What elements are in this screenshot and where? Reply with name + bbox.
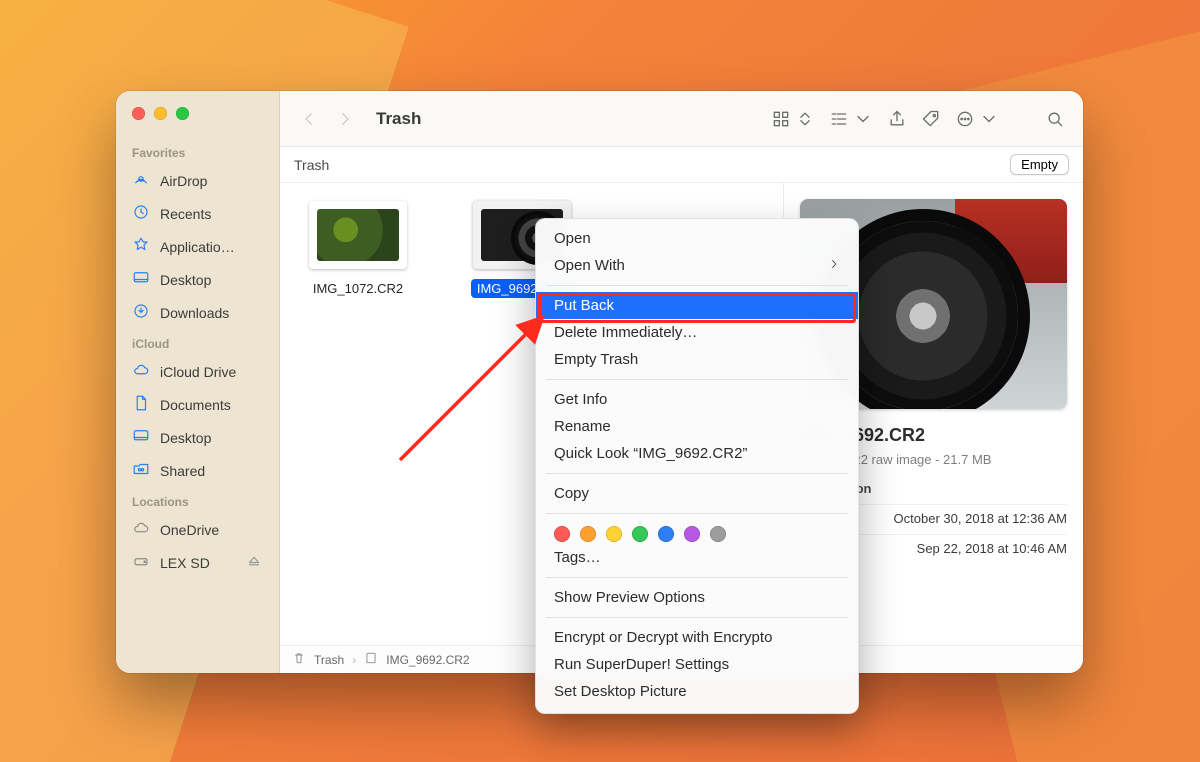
sidebar-item-label: Desktop — [160, 430, 211, 446]
sidebar-item-icloud-drive[interactable]: iCloud Drive — [124, 356, 271, 387]
preview-created-value: October 30, 2018 at 12:36 AM — [894, 511, 1067, 526]
sidebar-item-label: Downloads — [160, 305, 229, 321]
menu-item-open[interactable]: Open — [536, 225, 858, 252]
empty-trash-button[interactable]: Empty — [1010, 154, 1069, 175]
path-segment[interactable]: Trash — [314, 653, 344, 667]
drive-icon — [132, 552, 150, 573]
location-label: Trash — [294, 157, 329, 173]
window-title: Trash — [376, 109, 421, 129]
close-window-button[interactable] — [132, 107, 145, 120]
sidebar-section-header: Favorites — [116, 138, 279, 164]
menu-item-empty-trash[interactable]: Empty Trash — [536, 346, 858, 373]
share-button[interactable] — [887, 109, 907, 129]
sidebar-item-downloads[interactable]: Downloads — [124, 297, 271, 328]
sidebar-item-desktop-icloud[interactable]: Desktop — [124, 422, 271, 453]
menu-item-tags[interactable]: Tags… — [536, 544, 858, 571]
sidebar-item-label: LEX SD — [160, 555, 210, 571]
more-button[interactable] — [955, 109, 999, 129]
menu-item-open-with[interactable]: Open With — [536, 252, 858, 279]
sidebar-item-applications[interactable]: Applicatio… — [124, 231, 271, 262]
sidebar-item-label: Applicatio… — [160, 239, 235, 255]
desktop-icon — [132, 269, 150, 290]
sidebar: Favorites AirDrop Recents Applicatio… De… — [116, 91, 280, 673]
tag-color-yellow[interactable] — [606, 526, 622, 542]
tag-color-orange[interactable] — [580, 526, 596, 542]
group-by-button[interactable] — [829, 109, 873, 129]
desktop-icon — [132, 427, 150, 448]
trash-icon — [292, 651, 306, 668]
minimize-window-button[interactable] — [154, 107, 167, 120]
file-item[interactable]: IMG_1072.CR2 — [294, 201, 422, 298]
cloud-icon — [132, 519, 150, 540]
menu-item-superduper[interactable]: Run SuperDuper! Settings — [536, 651, 858, 678]
clock-icon — [132, 203, 150, 224]
sidebar-item-airdrop[interactable]: AirDrop — [124, 165, 271, 196]
sidebar-item-shared[interactable]: Shared — [124, 455, 271, 486]
sidebar-item-recents[interactable]: Recents — [124, 198, 271, 229]
file-name[interactable]: IMG_1072.CR2 — [307, 279, 409, 298]
menu-item-encrypto[interactable]: Encrypt or Decrypt with Encrypto — [536, 624, 858, 651]
tag-color-purple[interactable] — [684, 526, 700, 542]
context-menu: Open Open With Put Back Delete Immediate… — [535, 218, 859, 714]
path-segment[interactable]: IMG_9692.CR2 — [386, 653, 469, 667]
menu-item-get-info[interactable]: Get Info — [536, 386, 858, 413]
shared-folder-icon — [132, 460, 150, 481]
sidebar-item-label: Documents — [160, 397, 231, 413]
window-controls — [116, 101, 279, 138]
sidebar-item-external-drive[interactable]: LEX SD — [124, 547, 271, 578]
sidebar-item-label: iCloud Drive — [160, 364, 236, 380]
menu-item-delete-immediately[interactable]: Delete Immediately… — [536, 319, 858, 346]
tag-color-green[interactable] — [632, 526, 648, 542]
chevron-right-icon — [828, 257, 840, 274]
sidebar-item-label: Recents — [160, 206, 211, 222]
menu-item-set-desktop-picture[interactable]: Set Desktop Picture — [536, 678, 858, 705]
tag-color-red[interactable] — [554, 526, 570, 542]
applications-icon — [132, 236, 150, 257]
airdrop-icon — [132, 170, 150, 191]
tag-color-gray[interactable] — [710, 526, 726, 542]
menu-item-put-back[interactable]: Put Back — [536, 292, 858, 319]
sidebar-item-onedrive[interactable]: OneDrive — [124, 514, 271, 545]
chevron-right-icon: › — [352, 653, 356, 667]
sidebar-item-desktop[interactable]: Desktop — [124, 264, 271, 295]
sidebar-item-label: AirDrop — [160, 173, 207, 189]
toolbar: Trash — [280, 91, 1083, 147]
tag-color-row — [536, 520, 858, 544]
sidebar-section-header: Locations — [116, 487, 279, 513]
zoom-window-button[interactable] — [176, 107, 189, 120]
sidebar-item-label: Shared — [160, 463, 205, 479]
tags-button[interactable] — [921, 109, 941, 129]
menu-item-copy[interactable]: Copy — [536, 480, 858, 507]
document-icon — [132, 394, 150, 415]
sidebar-section-header: iCloud — [116, 329, 279, 355]
download-icon — [132, 302, 150, 323]
eject-icon[interactable] — [245, 552, 263, 573]
preview-modified-value: Sep 22, 2018 at 10:46 AM — [917, 541, 1067, 556]
location-bar: Trash Empty — [280, 147, 1083, 183]
cloud-icon — [132, 361, 150, 382]
menu-item-quick-look[interactable]: Quick Look “IMG_9692.CR2” — [536, 440, 858, 467]
sidebar-item-label: OneDrive — [160, 522, 219, 538]
sidebar-item-label: Desktop — [160, 272, 211, 288]
file-icon — [364, 651, 378, 668]
tag-color-blue[interactable] — [658, 526, 674, 542]
view-mode-button[interactable] — [771, 109, 815, 129]
menu-item-rename[interactable]: Rename — [536, 413, 858, 440]
back-button[interactable] — [298, 107, 320, 131]
forward-button[interactable] — [334, 107, 356, 131]
menu-item-show-preview-options[interactable]: Show Preview Options — [536, 584, 858, 611]
sidebar-item-documents[interactable]: Documents — [124, 389, 271, 420]
file-thumbnail — [309, 201, 407, 269]
search-button[interactable] — [1045, 109, 1065, 129]
